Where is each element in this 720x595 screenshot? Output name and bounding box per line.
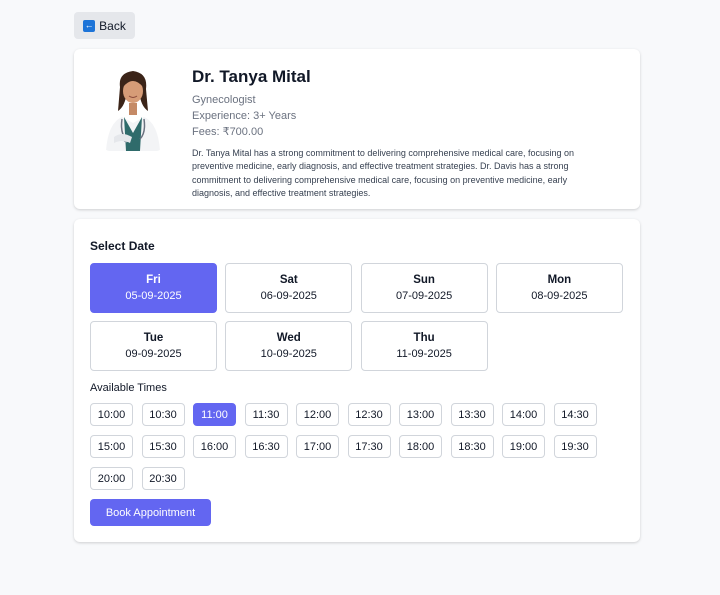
date-tile-day: Tue bbox=[143, 332, 164, 344]
date-tile-day: Thu bbox=[413, 332, 435, 344]
time-slot[interactable]: 11:30 bbox=[244, 403, 288, 426]
doctor-profile-card: Dr. Tanya Mital Gynecologist Experience:… bbox=[74, 49, 640, 209]
date-tile-day: Mon bbox=[547, 274, 572, 286]
date-tile-date: 08-09-2025 bbox=[531, 290, 588, 302]
book-appointment-button[interactable]: Book Appointment bbox=[90, 499, 211, 526]
doctor-info: Dr. Tanya Mital Gynecologist Experience:… bbox=[192, 67, 602, 200]
date-tile-date: 11-09-2025 bbox=[396, 348, 452, 360]
date-tile-date: 09-09-2025 bbox=[125, 348, 182, 360]
date-tile-date: 10-09-2025 bbox=[260, 348, 317, 360]
time-slot[interactable]: 15:00 bbox=[90, 435, 133, 458]
date-tile[interactable]: Fri 05-09-2025 bbox=[90, 263, 217, 313]
time-slot[interactable]: 18:30 bbox=[450, 435, 494, 458]
time-slot[interactable]: 12:30 bbox=[347, 403, 391, 426]
date-tile-day: Wed bbox=[276, 332, 301, 344]
date-tile-date: 05-09-2025 bbox=[125, 290, 182, 302]
time-slot[interactable]: 18:00 bbox=[399, 435, 442, 458]
date-tile[interactable]: Wed 10-09-2025 bbox=[225, 321, 353, 371]
time-slot[interactable]: 13:00 bbox=[399, 403, 442, 426]
doctor-name: Dr. Tanya Mital bbox=[192, 67, 311, 86]
date-tile-day: Sun bbox=[413, 274, 435, 286]
date-tile[interactable]: Sat 06-09-2025 bbox=[225, 263, 353, 313]
time-slot[interactable]: 16:00 bbox=[193, 435, 236, 458]
doctor-experience: Experience: 3+ Years bbox=[192, 110, 297, 122]
date-tile[interactable]: Thu 11-09-2025 bbox=[360, 321, 488, 371]
date-tile-date: 07-09-2025 bbox=[395, 290, 453, 302]
time-slot[interactable]: 12:00 bbox=[296, 403, 339, 426]
date-tile[interactable]: Mon 08-09-2025 bbox=[495, 263, 623, 313]
arrow-left-icon: ← bbox=[83, 19, 96, 32]
time-slot[interactable]: 19:00 bbox=[502, 435, 545, 458]
date-tile[interactable]: Tue 09-09-2025 bbox=[90, 321, 217, 371]
time-slot[interactable]: 20:00 bbox=[90, 467, 133, 490]
time-slot[interactable]: 19:30 bbox=[553, 435, 597, 458]
time-slot[interactable]: 14:30 bbox=[553, 403, 597, 426]
time-grid: 10:00 10:30 11:00 11:30 12:00 12:30 13:00 13:30… bbox=[90, 403, 610, 490]
date-tile-day: Fri bbox=[146, 274, 161, 286]
available-times-heading: Available Times bbox=[90, 382, 167, 394]
time-slot[interactable]: 17:30 bbox=[347, 435, 391, 458]
date-tile[interactable]: Sun 07-09-2025 bbox=[360, 263, 488, 313]
booking-card: Select Date Fri 05-09-2025 Sat 06-09-2025 Su… bbox=[74, 219, 640, 542]
back-button[interactable]: ← Back bbox=[74, 12, 135, 39]
time-slot[interactable]: 14:00 bbox=[502, 403, 545, 426]
doctor-fees: Fees: ₹700.00 bbox=[192, 126, 264, 138]
time-slot[interactable]: 20:30 bbox=[141, 467, 185, 490]
back-button-label: Back bbox=[99, 18, 126, 33]
doctor-avatar bbox=[102, 67, 164, 151]
date-grid: Fri 05-09-2025 Sat 06-09-2025 Sun 07-09-2025 M… bbox=[90, 263, 624, 371]
time-slot[interactable]: 16:30 bbox=[244, 435, 288, 458]
time-slot[interactable]: 10:30 bbox=[141, 403, 185, 426]
time-slot[interactable]: 10:00 bbox=[90, 403, 133, 426]
select-date-heading: Select Date bbox=[90, 239, 155, 253]
date-tile-day: Sat bbox=[279, 274, 298, 286]
time-slot[interactable]: 13:30 bbox=[450, 403, 494, 426]
time-slot[interactable]: 17:00 bbox=[296, 435, 339, 458]
time-slot[interactable]: 15:30 bbox=[141, 435, 185, 458]
time-slot[interactable]: 11:00 bbox=[193, 403, 236, 426]
date-tile-date: 06-09-2025 bbox=[260, 290, 317, 302]
doctor-specialty: Gynecologist bbox=[192, 94, 256, 106]
doctor-about: Dr. Tanya Mital has a strong commitment … bbox=[192, 148, 575, 198]
